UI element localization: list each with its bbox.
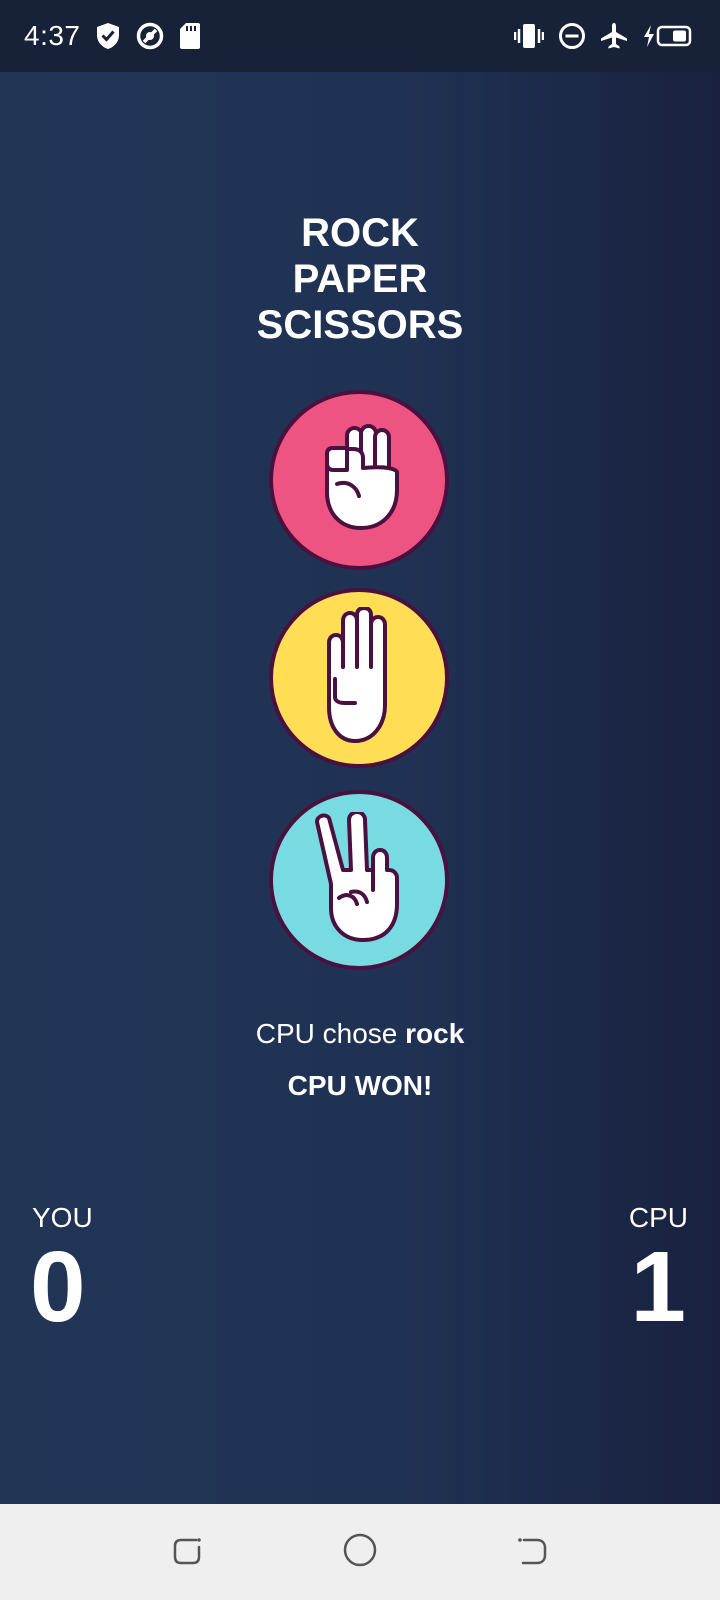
status-left-group: 4:37 (24, 20, 201, 52)
status-right-group (514, 22, 694, 50)
home-button[interactable] (336, 1528, 384, 1576)
scissors-button[interactable] (269, 790, 449, 970)
back-icon (515, 1533, 549, 1572)
cpu-score-value: 1 (630, 1231, 686, 1343)
home-icon (342, 1532, 378, 1573)
back-button[interactable] (508, 1528, 556, 1576)
you-score-label: YOU (32, 1202, 93, 1233)
status-bar: 4:37 (0, 0, 720, 72)
navigation-bar (0, 1504, 720, 1600)
paper-button[interactable] (269, 588, 449, 768)
winner-text: CPU WON! (287, 1070, 433, 1101)
title-line-scissors: SCISSORS (256, 303, 464, 347)
recents-icon (171, 1533, 205, 1572)
battery-charging-icon (642, 23, 694, 49)
cpu-choice-prefix: CPU chose (255, 1018, 406, 1049)
rock-fist-icon (311, 423, 407, 537)
shield-check-icon (95, 22, 121, 50)
sd-card-icon (179, 22, 201, 50)
data-saver-icon (135, 21, 165, 51)
game-screen: ROCK PAPER SCISSORS CPU chose rock CPU W… (0, 72, 720, 1504)
paper-hand-icon (311, 605, 407, 750)
cpu-score-label: CPU (628, 1202, 688, 1233)
title-line-rock: ROCK (301, 211, 419, 255)
do-not-disturb-icon (558, 22, 586, 50)
cpu-choice-value: rock (405, 1018, 465, 1049)
scissors-hand-icon (311, 809, 407, 949)
cpu-choice-text: CPU chose rock (0, 1018, 720, 1050)
rock-button[interactable] (269, 390, 449, 570)
title-line-paper: PAPER (292, 257, 428, 301)
recents-button[interactable] (164, 1528, 212, 1576)
status-time: 4:37 (24, 20, 81, 51)
you-score-value: 0 (30, 1231, 86, 1343)
game-title: ROCK PAPER SCISSORS (0, 210, 720, 348)
airplane-icon (600, 22, 628, 50)
vibrate-icon (514, 22, 544, 50)
